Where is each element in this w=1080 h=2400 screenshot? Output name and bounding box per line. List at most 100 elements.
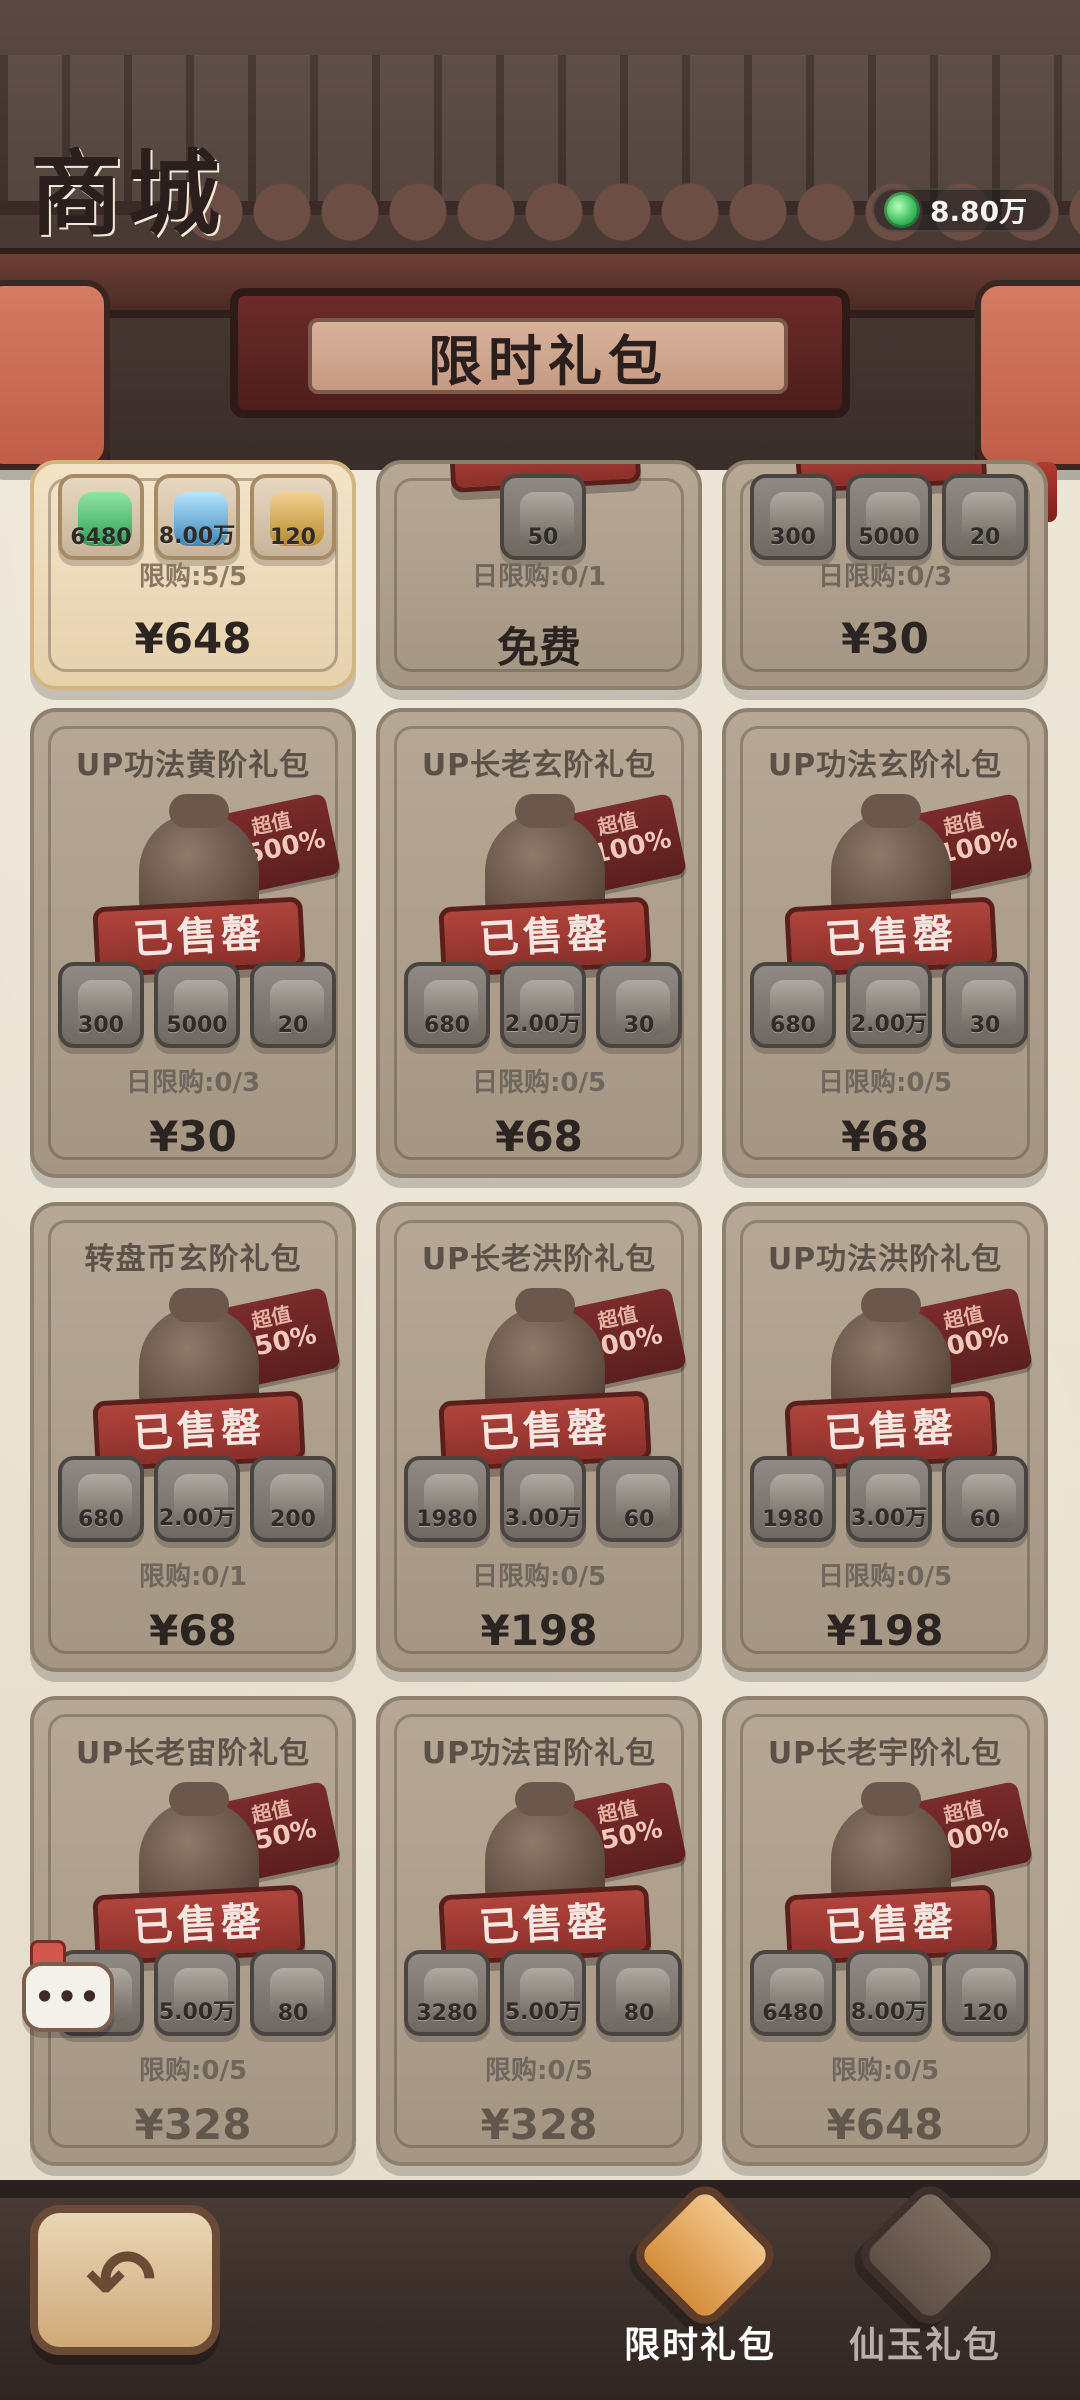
- tab-jade-gift[interactable]: 仙玉礼包: [835, 2177, 1015, 2400]
- purchase-limit: 限购:0/1: [138, 1562, 248, 1592]
- item-slot[interactable]: 50: [500, 474, 586, 560]
- item-slot[interactable]: 680: [404, 962, 490, 1048]
- item-qty: 20: [277, 1013, 309, 1038]
- item-slot[interactable]: 5.00万: [154, 1950, 240, 2036]
- purchase-limit: 日限购:0/3: [817, 562, 953, 592]
- pack-card[interactable]: UP功法宙阶礼包 超值 650% 已售罄 3280 5.00万 80 限购:0/5…: [376, 1696, 702, 2166]
- currency-pill[interactable]: 8.80万: [872, 188, 1052, 232]
- tab-label: 限时礼包: [623, 2325, 776, 2366]
- back-button[interactable]: ↶: [30, 2205, 220, 2355]
- pack-card[interactable]: UP长老玄阶礼包 超值 1100% 已售罄 680 2.00万 30 日限购:0/…: [376, 708, 702, 1178]
- item-slot[interactable]: 1980: [750, 1456, 836, 1542]
- price-button[interactable]: ¥328: [380, 2100, 698, 2149]
- jade-currency-icon: [884, 192, 920, 228]
- lantern-right: [975, 280, 1080, 522]
- item-slot[interactable]: 8.00万: [154, 474, 240, 560]
- item-slot[interactable]: 30: [596, 962, 682, 1048]
- item-slot[interactable]: 1980: [404, 1456, 490, 1542]
- item-qty: 2.00万: [158, 1506, 236, 1531]
- item-slot[interactable]: 3.00万: [846, 1456, 932, 1542]
- purchase-limit: 限购:0/5: [484, 2056, 594, 2086]
- pack-card[interactable]: UP功法黄阶礼包 超值 1500% 已售罄 300 5000 20 日限购:0/3…: [30, 708, 356, 1178]
- item-qty: 3.00万: [504, 1506, 582, 1531]
- pack-items: 680 2.00万 200: [58, 1456, 336, 1548]
- item-slot[interactable]: 80: [250, 1950, 336, 2036]
- item-qty: 60: [623, 1507, 655, 1532]
- item-slot[interactable]: 680: [58, 1456, 144, 1542]
- pack-items: 680 2.00万 30: [750, 962, 1028, 1054]
- item-qty: 6480: [762, 2001, 824, 2026]
- pack-items: 1980 3.00万 60: [750, 1456, 1028, 1548]
- item-qty: 200: [270, 1507, 316, 1532]
- item-qty: 680: [78, 1507, 124, 1532]
- price-button[interactable]: ¥30: [34, 1112, 352, 1161]
- price-button[interactable]: 免费: [380, 614, 698, 675]
- tab-limited-gift[interactable]: 限时礼包: [610, 2177, 790, 2400]
- item-slot[interactable]: 300: [750, 474, 836, 560]
- item-slot[interactable]: 20: [250, 962, 336, 1048]
- item-slot[interactable]: 5000: [846, 474, 932, 560]
- price-button[interactable]: ¥328: [34, 2100, 352, 2149]
- pack-card[interactable]: UP长老洪阶礼包 超值 800% 已售罄 1980 3.00万 60 日限购:0/…: [376, 1202, 702, 1672]
- price-button[interactable]: ¥30: [726, 614, 1044, 663]
- item-slot[interactable]: 2.00万: [846, 962, 932, 1048]
- item-slot[interactable]: 20: [942, 474, 1028, 560]
- price-button[interactable]: ¥648: [34, 614, 352, 663]
- price-button[interactable]: ¥198: [380, 1606, 698, 1655]
- item-slot[interactable]: 6480: [750, 1950, 836, 2036]
- pack-card[interactable]: UP功法玄阶礼包 超值 1100% 已售罄 680 2.00万 30 日限购:0/…: [722, 708, 1048, 1178]
- price-button[interactable]: ¥198: [726, 1606, 1044, 1655]
- pack-card[interactable]: UP长老宇阶礼包 超值 500% 已售罄 6480 8.00万 120 限购:0/…: [722, 1696, 1048, 2166]
- pack-card[interactable]: UP长老宙阶礼包 超值 650% 已售罄 5.00万 80 限购:0/5 ¥328: [30, 1696, 356, 2166]
- item-qty: 6480: [70, 525, 132, 550]
- item-slot[interactable]: 300: [58, 962, 144, 1048]
- item-slot[interactable]: 5.00万: [500, 1950, 586, 2036]
- pack-items: 300 5000 20: [750, 474, 1028, 566]
- purchase-limit: 日限购:0/5: [817, 1562, 953, 1592]
- item-slot[interactable]: 120: [942, 1950, 1028, 2036]
- item-slot[interactable]: 30: [942, 962, 1028, 1048]
- item-slot[interactable]: 2.00万: [154, 1456, 240, 1542]
- item-slot[interactable]: 80: [596, 1950, 682, 2036]
- price-button[interactable]: ¥68: [380, 1112, 698, 1161]
- item-slot[interactable]: 3280: [404, 1950, 490, 2036]
- price-button[interactable]: ¥68: [726, 1112, 1044, 1161]
- item-qty: 80: [623, 2001, 655, 2026]
- pack-card[interactable]: 300 5000 20 日限购:0/3 ¥30: [722, 460, 1048, 690]
- item-qty: 2.00万: [850, 1012, 928, 1037]
- item-qty: 5.00万: [504, 2000, 582, 2025]
- tab-label: 仙玉礼包: [848, 2325, 1001, 2366]
- pack-title: UP长老宙阶礼包: [75, 1736, 311, 1771]
- price-button[interactable]: ¥68: [34, 1606, 352, 1655]
- pack-card[interactable]: UP功法洪阶礼包 超值 800% 已售罄 1980 3.00万 60 日限购:0/…: [722, 1202, 1048, 1672]
- item-slot[interactable]: 5000: [154, 962, 240, 1048]
- pack-items: 3280 5.00万 80: [404, 1950, 682, 2042]
- item-slot[interactable]: 8.00万: [846, 1950, 932, 2036]
- pack-items: 6480 8.00万 120: [58, 474, 336, 566]
- item-qty: 680: [424, 1013, 470, 1038]
- item-qty: 300: [770, 525, 816, 550]
- purchase-limit: 日限购:0/3: [125, 1068, 261, 1098]
- item-slot[interactable]: 680: [750, 962, 836, 1048]
- limited-gift-tab-icon: [627, 2177, 783, 2333]
- pack-card[interactable]: 6480 8.00万 120 限购:5/5 ¥648: [30, 460, 356, 690]
- purchase-limit: 日限购:0/5: [471, 1562, 607, 1592]
- item-slot[interactable]: 120: [250, 474, 336, 560]
- pack-title: UP长老洪阶礼包: [421, 1242, 657, 1277]
- item-slot[interactable]: 60: [596, 1456, 682, 1542]
- item-qty: 300: [78, 1013, 124, 1038]
- chat-button[interactable]: •••: [22, 1962, 114, 2032]
- pack-card[interactable]: 50 日限购:0/1 免费: [376, 460, 702, 690]
- purchase-limit: 限购:0/5: [138, 2056, 248, 2086]
- item-qty: 3.00万: [850, 1506, 928, 1531]
- item-slot[interactable]: 3.00万: [500, 1456, 586, 1542]
- item-qty: 5000: [166, 1013, 228, 1038]
- item-slot[interactable]: 200: [250, 1456, 336, 1542]
- section-banner-title: 限时礼包: [308, 318, 788, 394]
- price-button[interactable]: ¥648: [726, 2100, 1044, 2149]
- item-slot[interactable]: 60: [942, 1456, 1028, 1542]
- item-slot[interactable]: 2.00万: [500, 962, 586, 1048]
- section-banner: 限时礼包: [230, 288, 850, 418]
- item-slot[interactable]: 6480: [58, 474, 144, 560]
- pack-card[interactable]: 转盘币玄阶礼包 超值 550% 已售罄 680 2.00万 200 限购:0/1 …: [30, 1202, 356, 1672]
